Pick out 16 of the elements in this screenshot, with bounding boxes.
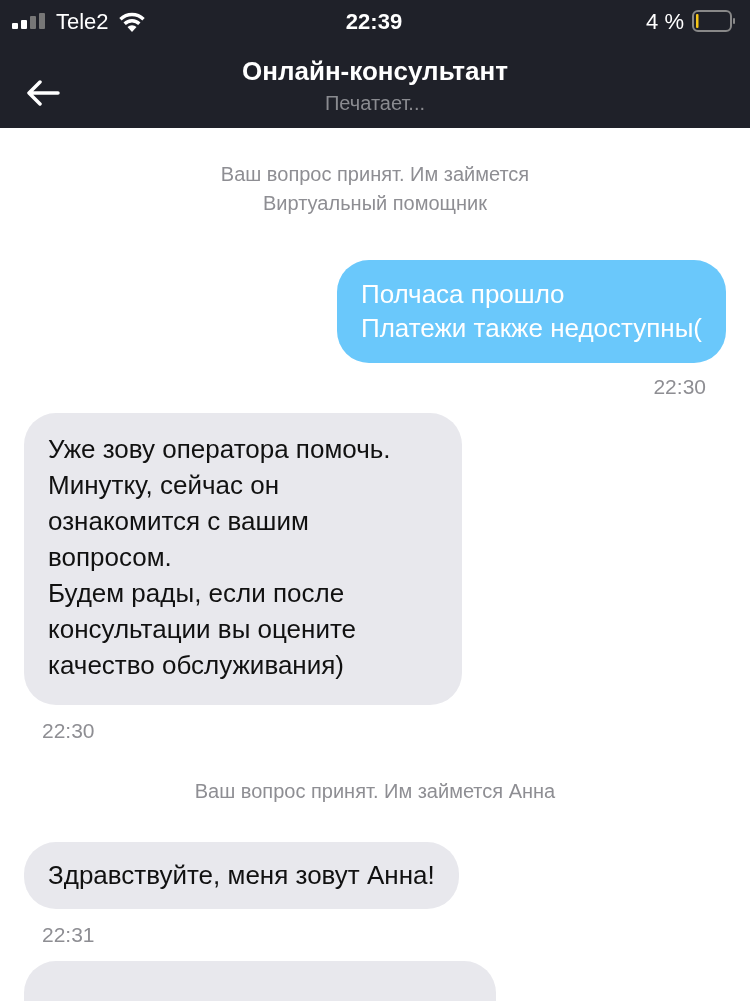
message-bubble: Уже зову оператора помочь. Минутку, сейчас он ознакомится с вашим вопросом. Будем рады, если после консультации вы оцените качество обслуживания) — [24, 413, 462, 705]
system-notice: Ваш вопрос принят. Им займется Анна — [193, 779, 557, 804]
message-bubble: Полчаса прошло Платежи также недоступны( — [336, 260, 726, 363]
message-time: 22:30 — [653, 374, 706, 400]
typing-status: Печатает... — [324, 91, 426, 116]
message-time: 22:31 — [42, 922, 95, 948]
clock-time: 22:39 — [345, 7, 403, 36]
battery-icon — [692, 10, 736, 32]
message-time: 22:30 — [42, 718, 95, 744]
chat-title: Онлайн-консультант — [242, 56, 508, 86]
battery-percent: 4 % — [646, 7, 684, 36]
system-notice: Ваш вопрос принят. Им займется Виртуальный помощник — [219, 162, 531, 216]
carrier-name: Tele2 — [56, 7, 109, 36]
signal-icon — [12, 13, 48, 29]
message-bubble: Здравствуйте, меня зовут Анна! — [24, 842, 459, 909]
back-arrow-icon — [26, 80, 60, 106]
